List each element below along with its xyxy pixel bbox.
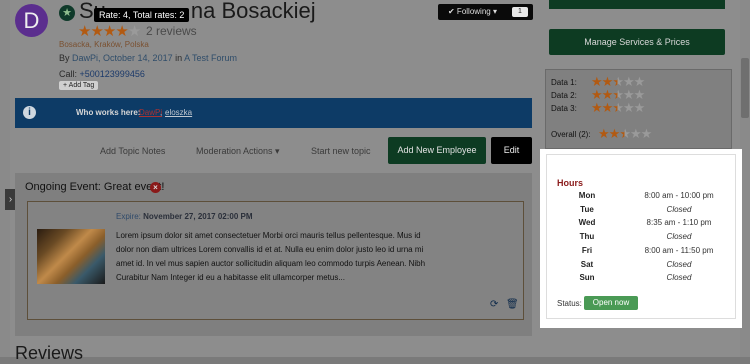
close-icon[interactable]: × — [150, 182, 161, 193]
follower-count[interactable]: 1 — [512, 7, 528, 17]
star-icon[interactable]: ★ — [641, 126, 653, 141]
add-tag-button[interactable]: + Add Tag — [59, 81, 99, 90]
star-icon[interactable]: ★ — [609, 126, 621, 141]
hours-row: Thu Closed — [579, 232, 692, 241]
add-new-employee-button[interactable]: Add New Employee — [388, 137, 486, 164]
star-icon[interactable]: ★ — [128, 23, 141, 40]
refresh-icon[interactable]: ⟳ — [490, 299, 498, 310]
topic-rating[interactable]: ★★★★★ — [78, 22, 141, 40]
avatar[interactable]: D — [15, 4, 48, 37]
start-new-topic-link[interactable]: Start new topic — [311, 146, 371, 156]
reviews-heading: Reviews — [15, 343, 84, 363]
author-link[interactable]: DawPi — [72, 53, 98, 63]
star-icon[interactable]: ★ — [103, 23, 116, 40]
manage-services-button[interactable]: Manage Services & Prices — [549, 29, 725, 55]
event-body: Lorem ipsum dolor sit amet consectetuer … — [116, 231, 426, 282]
worker-link[interactable]: eloszka — [165, 108, 192, 117]
location-text: Bosacka, Kraków, Polska — [59, 40, 149, 49]
forum-link[interactable]: A Test Forum — [184, 53, 237, 63]
event-expire: Expire: November 27, 2017 02:00 PM — [116, 212, 253, 221]
page: D ★ Su na Bosackiej Rate: 4, Total rates:… — [0, 0, 750, 363]
left-gutter — [0, 0, 10, 357]
follow-control[interactable]: ✔ Following ▾ 1 — [438, 4, 533, 20]
star-icon[interactable]: ★ — [115, 23, 128, 40]
star-icon[interactable]: ★ — [598, 126, 610, 141]
rating-stars[interactable]: ★★★★★ — [598, 126, 653, 142]
rating-row: Data 2: ★★★★★ — [551, 87, 645, 102]
event-card: Expire: November 27, 2017 02:00 PM Lorem… — [27, 201, 524, 320]
info-icon: i — [23, 106, 36, 119]
who-works-here-label: Who works here: — [76, 108, 141, 117]
byline: By DawPi, October 14, 2017 in A Test For… — [59, 53, 237, 63]
trash-icon[interactable]: 🗑 — [506, 299, 519, 310]
rating-row: Data 3: ★★★★★ — [551, 100, 645, 115]
sidebar-top-button[interactable] — [549, 0, 725, 9]
star-icon[interactable]: ★ — [623, 100, 635, 115]
reviews-count-link[interactable]: 2 reviews — [146, 24, 197, 38]
call-line: Call: +500123999456 — [59, 69, 145, 79]
status-badge: Open now — [584, 296, 638, 310]
star-icon[interactable]: ★ — [619, 126, 631, 141]
moderation-actions-menu[interactable]: Moderation Actions ▾ — [196, 146, 280, 157]
star-icon[interactable]: ★ — [591, 100, 603, 115]
hours-title: Hours — [557, 178, 584, 188]
status-label: Status: — [557, 299, 582, 308]
hours-panel: Hours Mon 8:00 am - 10:00 pm Tue Closed We… — [546, 154, 736, 319]
star-icon[interactable]: ★ — [78, 23, 91, 40]
edit-button[interactable]: Edit — [491, 137, 532, 164]
event-title: Ongoing Event: Great event! — [25, 181, 165, 193]
following-button[interactable]: ✔ Following ▾ — [448, 7, 497, 16]
star-icon[interactable]: ★ — [630, 126, 642, 141]
ratings-box: Data 1: ★★★★★ Data 2: ★★★★★ Data 3: ★★★★★ O… — [545, 69, 732, 149]
who-works-here-bar: i Who works here: DawPi eloszka , — [15, 98, 532, 128]
event-image — [37, 229, 105, 284]
featured-star-icon: ★ — [59, 5, 75, 21]
star-icon[interactable]: ★ — [90, 23, 103, 40]
hours-widget: Hours Mon 8:00 am - 10:00 pm Tue Closed We… — [540, 149, 742, 328]
phone-link[interactable]: +500123999456 — [80, 69, 145, 79]
hours-row: Mon 8:00 am - 10:00 pm — [578, 191, 714, 200]
hours-row: Tue Closed — [580, 205, 692, 214]
rating-row: Overall (2): ★★★★★ — [551, 126, 652, 141]
separator: , — [160, 108, 163, 117]
worker-link[interactable]: DawPi — [139, 108, 162, 117]
hours-row: Sat Closed — [580, 260, 692, 269]
add-topic-notes-link[interactable]: Add Topic Notes — [100, 146, 165, 156]
rating-tooltip: Rate: 4, Total rates: 2 — [94, 8, 190, 22]
post-date: , October 14, 2017 — [98, 53, 173, 63]
star-icon[interactable]: ★ — [634, 100, 646, 115]
star-icon[interactable]: ★ — [602, 100, 614, 115]
rating-row: Data 1: ★★★★★ — [551, 74, 645, 89]
scrollbar-thumb[interactable] — [741, 58, 749, 118]
event-panel: Ongoing Event: Great event! × Expire: No… — [15, 173, 532, 336]
rating-stars[interactable]: ★★★★★ — [591, 100, 646, 116]
hours-row: Fri 8:00 am - 11:50 pm — [581, 246, 714, 255]
star-icon[interactable]: ★ — [612, 100, 624, 115]
hours-row: Sun Closed — [579, 273, 692, 282]
hours-row: Wed 8:35 am - 1:10 pm — [578, 218, 712, 227]
